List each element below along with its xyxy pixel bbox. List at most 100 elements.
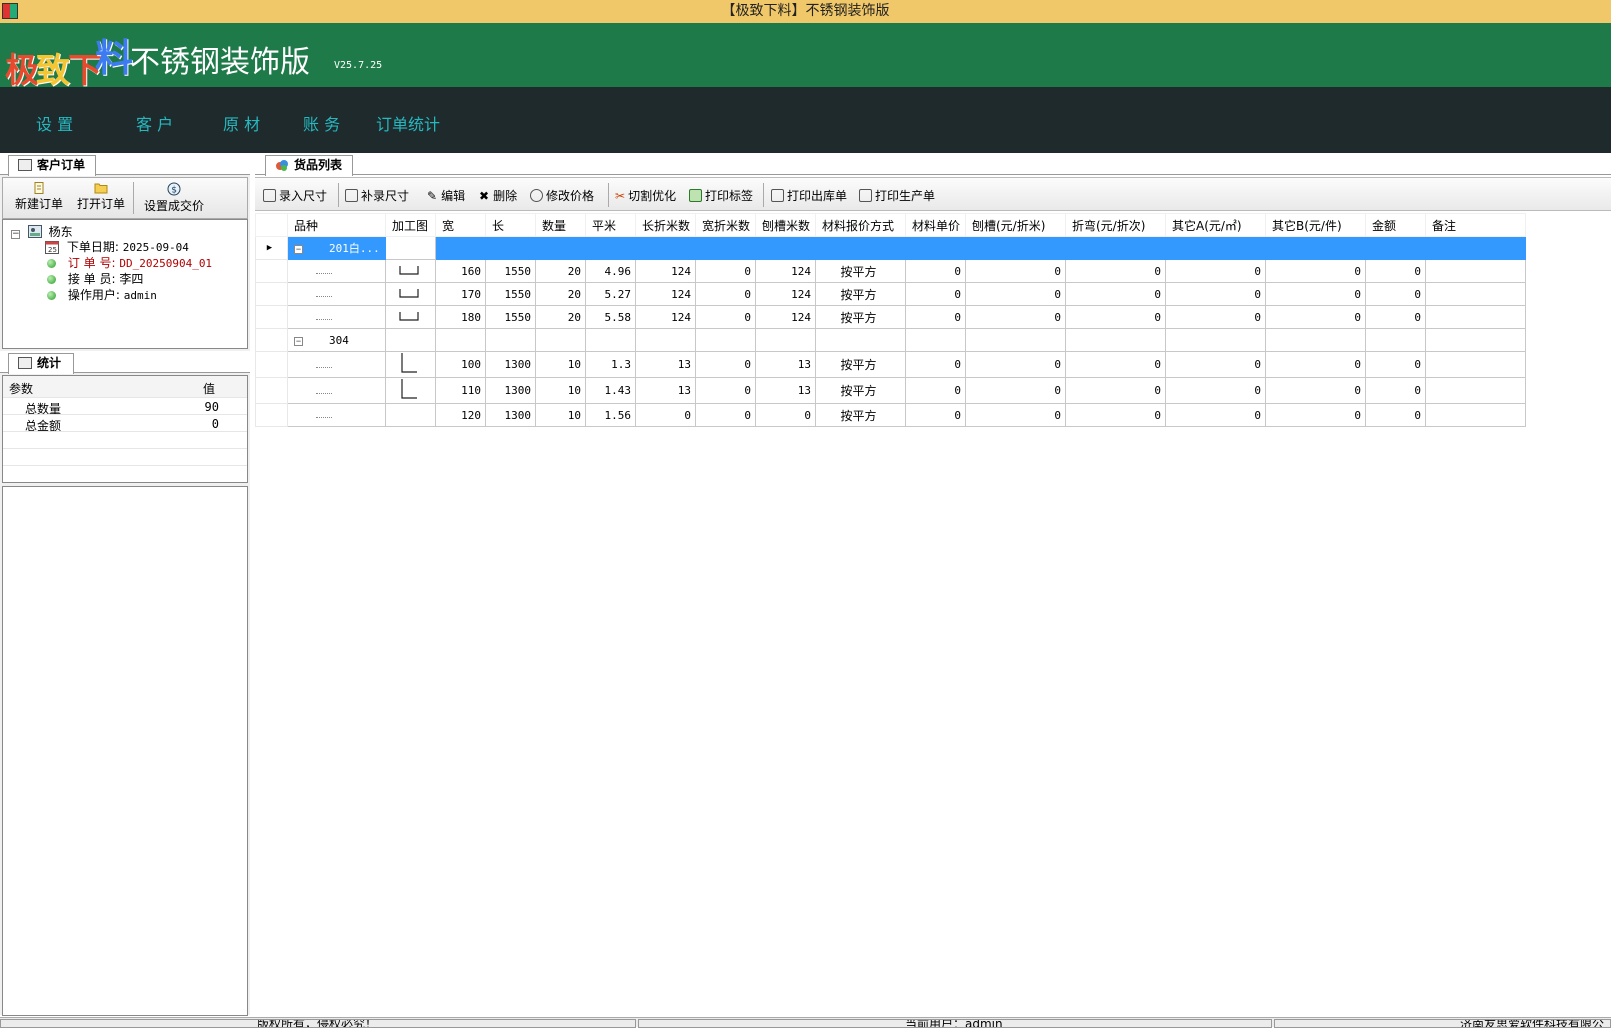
row-indicator[interactable] [255,351,288,378]
grid-cell[interactable] [485,328,536,352]
grid-cell-remark[interactable] [1425,351,1526,378]
grid-cell[interactable] [755,328,816,352]
grid-cell-sqm[interactable]: 1.56 [585,403,636,427]
grid-cell-groove_price[interactable]: 0 [965,377,1066,404]
col-header[interactable]: 材料单价 [905,213,966,237]
menu-item-customers[interactable]: 客 户 [136,111,173,135]
row-indicator[interactable] [255,282,288,306]
enter-size-button[interactable]: 录入尺寸 [263,187,327,204]
col-header[interactable]: 金额 [1365,213,1426,237]
grid-cell-unit_price[interactable]: 0 [905,259,966,283]
stats-row[interactable]: 总数量 90 [3,398,247,416]
grid-cell-sqm[interactable]: 5.27 [585,282,636,306]
col-header[interactable]: 其它B(元/件) [1265,213,1366,237]
grid-cell-bend_price[interactable]: 0 [1065,377,1166,404]
grid-cell-groove_price[interactable]: 0 [965,305,1066,329]
print-outbound-button[interactable]: 打印出库单 [771,187,847,204]
grid-cell-sqm[interactable]: 1.3 [585,351,636,378]
print-label-button[interactable]: 打印标签 [689,187,753,204]
tree-node-order-number[interactable]: 订 单 号: DD_20250904_01 [47,254,212,271]
shape-cell[interactable] [385,377,436,404]
col-header[interactable]: 长 [485,213,536,237]
grid-cell-l[interactable]: 1300 [485,403,536,427]
grid-cell-other_a[interactable]: 0 [1165,377,1266,404]
grid-cell-lf[interactable]: 124 [635,282,696,306]
row-indicator[interactable] [255,259,288,283]
modify-price-button[interactable]: 修改价格 [530,187,594,204]
col-header[interactable]: 宽 [435,213,486,237]
grid-cell[interactable] [1065,328,1166,352]
grid-cell-amount[interactable]: 0 [1365,259,1426,283]
grid-cell-remark[interactable] [1425,259,1526,283]
supplement-size-button[interactable]: 补录尺寸 [345,187,409,204]
grid-cell[interactable] [635,328,696,352]
grid-cell-qty[interactable]: 10 [535,351,586,378]
grid-cell-amount[interactable]: 0 [1365,305,1426,329]
grid-cell[interactable] [435,236,486,260]
col-header[interactable]: 刨槽米数 [755,213,816,237]
grid-cell-sqm[interactable]: 4.96 [585,259,636,283]
tree-connector-cell[interactable] [287,259,386,283]
grid-cell-w[interactable]: 100 [435,351,486,378]
grid-row[interactable]: 180 1550 20 5.58 124 0 124 按平方 0 0 0 0 0 0 [255,305,1526,329]
grid-cell-remark[interactable] [1425,305,1526,329]
grid-cell-w[interactable]: 170 [435,282,486,306]
tab-statistics[interactable]: 统计 [8,353,75,374]
grid-cell-sqm[interactable]: 1.43 [585,377,636,404]
grid-cell[interactable] [965,236,1066,260]
col-header[interactable]: 备注 [1425,213,1526,237]
cut-optimize-button[interactable]: ✂ 切割优化 [615,187,676,204]
grid-row[interactable]: 160 1550 20 4.96 124 0 124 按平方 0 0 0 0 0 0 [255,259,1526,283]
grid-cell-l[interactable]: 1550 [485,259,536,283]
grid-cell-l[interactable]: 1550 [485,282,536,306]
grid-cell-lf[interactable]: 13 [635,377,696,404]
grid-cell-groove[interactable]: 124 [755,305,816,329]
grid-cell[interactable] [905,328,966,352]
grid-cell-l[interactable]: 1550 [485,305,536,329]
grid-cell-groove_price[interactable]: 0 [965,351,1066,378]
shape-cell[interactable] [385,403,436,427]
grid-cell-qty[interactable]: 10 [535,403,586,427]
grid-cell-other_b[interactable]: 0 [1265,259,1366,283]
grid-cell-sqm[interactable]: 5.58 [585,305,636,329]
menu-item-settings[interactable]: 设 置 [36,111,73,135]
grid-cell-groove[interactable]: 0 [755,403,816,427]
grid-cell-unit_price[interactable]: 0 [905,403,966,427]
grid-cell-groove_price[interactable]: 0 [965,259,1066,283]
grid-cell[interactable] [1165,328,1266,352]
grid-cell-other_b[interactable]: 0 [1265,305,1366,329]
new-order-button[interactable]: 新建订单 [13,180,65,212]
col-header[interactable]: 平米 [585,213,636,237]
grid-cell-unit_price[interactable]: 0 [905,351,966,378]
grid-cell-w[interactable]: 180 [435,305,486,329]
grid-cell[interactable] [1065,236,1166,260]
grid-cell[interactable] [695,328,756,352]
grid-cell-amount[interactable]: 0 [1365,351,1426,378]
grid-cell[interactable] [1425,236,1526,260]
collapse-icon[interactable]: − [294,336,303,346]
grid-cell-other_a[interactable]: 0 [1165,259,1266,283]
grid-cell-method[interactable]: 按平方 [815,403,906,427]
grid-cell-bend_price[interactable]: 0 [1065,282,1166,306]
col-header[interactable]: 数量 [535,213,586,237]
grid-cell[interactable] [385,328,436,352]
grid-cell-other_a[interactable]: 0 [1165,282,1266,306]
grid-cell[interactable] [385,236,436,260]
grid-cell-other_a[interactable]: 0 [1165,305,1266,329]
tab-goods-list[interactable]: 货品列表 [265,155,354,176]
grid-cell-other_a[interactable]: 0 [1165,351,1266,378]
grid-row[interactable]: 100 1300 10 1.3 13 0 13 按平方 0 0 0 0 0 0 [255,351,1526,378]
tree-node-receiver[interactable]: 接 单 员: 李四 [47,270,143,287]
row-indicator[interactable] [255,328,288,352]
collapse-icon[interactable]: − [294,245,303,254]
grid-cell[interactable] [815,236,906,260]
shape-cell[interactable] [385,259,436,283]
grid-cell-groove[interactable]: 124 [755,259,816,283]
grid-cell[interactable] [1165,236,1266,260]
tree-connector-cell[interactable] [287,377,386,404]
grid-cell-method[interactable]: 按平方 [815,305,906,329]
grid-cell-w[interactable]: 110 [435,377,486,404]
grid-cell-qty[interactable]: 20 [535,282,586,306]
grid-cell-wf[interactable]: 0 [695,377,756,404]
grid-cell[interactable] [905,236,966,260]
